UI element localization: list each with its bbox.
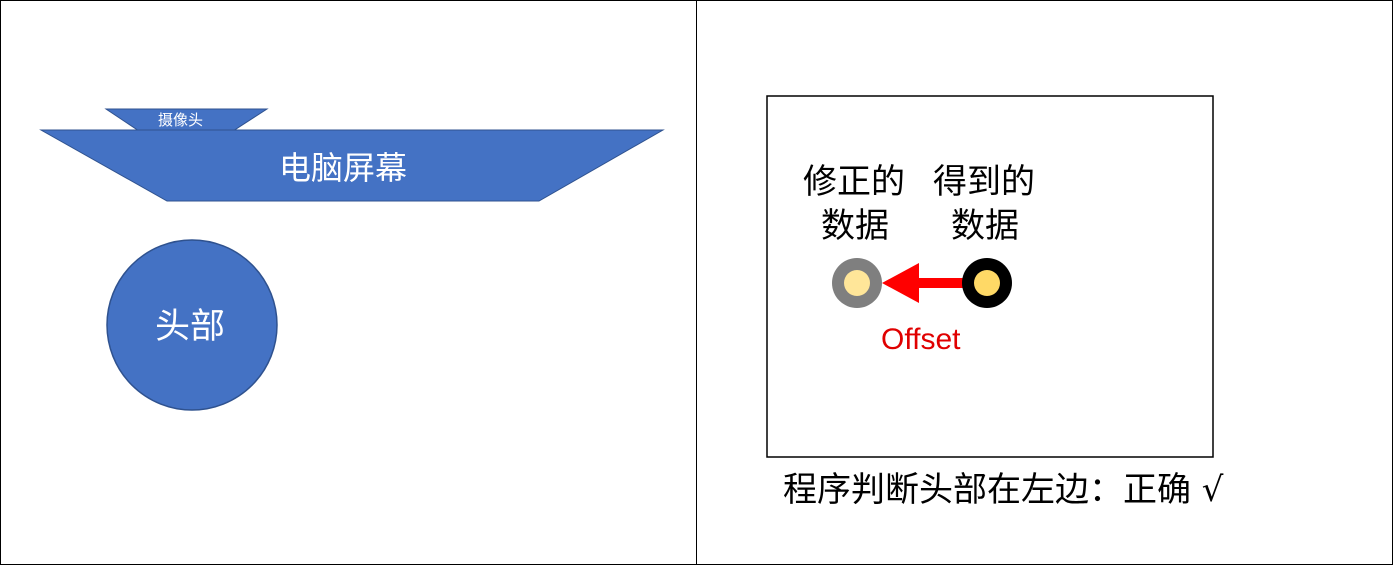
left-diagram <box>39 108 665 411</box>
obtained-label-line2: 数据 <box>951 206 1019 246</box>
corrected-label-line2: 数据 <box>821 206 889 246</box>
camera-label: 摄像头 <box>158 111 204 129</box>
right-panel: 修正的 数据 得到的 数据 Offset 程序判断头部在左边：正确 √ <box>696 0 1393 565</box>
result-text: 程序判断头部在左边：正确 √ <box>783 470 1224 510</box>
corrected-label-line1: 修正的 <box>803 162 905 202</box>
obtained-label-line1: 得到的 <box>933 162 1035 202</box>
screen-label: 电脑屏幕 <box>279 149 408 187</box>
corrected-point <box>844 270 870 296</box>
obtained-point <box>974 270 1000 296</box>
head-label: 头部 <box>155 307 226 347</box>
left-panel: 摄像头 电脑屏幕 头部 <box>0 0 697 565</box>
offset-label: Offset <box>881 323 961 356</box>
